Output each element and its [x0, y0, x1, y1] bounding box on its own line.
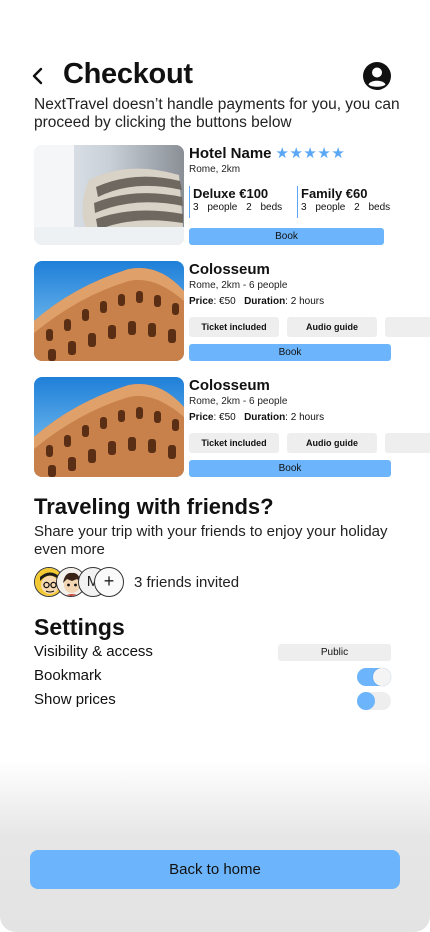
room-name: Deluxe €100	[193, 186, 269, 201]
activity-location: Rome, 2km - 6 people	[189, 396, 288, 407]
price-value: : €50	[213, 296, 236, 307]
room-details: 3 people 2 beds	[193, 202, 283, 213]
toggle-knob	[373, 668, 391, 686]
duration-value: : 2 hours	[285, 412, 325, 423]
hotel-location: Rome, 2km	[189, 164, 241, 175]
activity-location: Rome, 2km - 6 people	[189, 280, 288, 291]
activity-tags: Ticket included Audio guide	[189, 433, 430, 453]
friends-title: Traveling with friends?	[34, 494, 274, 519]
duration-label: Duration	[244, 296, 286, 307]
checkout-description: NextTravel doesn’t handle payments for y…	[34, 96, 400, 131]
activity-card: Colosseum Rome, 2km - 6 people Price: €5…	[34, 261, 430, 365]
add-friend-button[interactable]: +	[94, 567, 124, 597]
tag-ticket-included[interactable]: Ticket included	[189, 433, 279, 453]
activity-book-button[interactable]: Book	[189, 344, 391, 361]
activity-name: Colosseum	[189, 261, 270, 278]
hotel-book-button[interactable]: Book	[189, 228, 384, 245]
bookmark-toggle[interactable]	[357, 668, 391, 686]
tag-more[interactable]	[385, 433, 430, 453]
show-prices-toggle[interactable]	[357, 692, 391, 710]
hotel-info: Hotel Name ★★★★★ Rome, 2km Deluxe €100 3 …	[189, 145, 430, 218]
activity-info: Colosseum Rome, 2km - 6 people Price: €5…	[189, 377, 430, 453]
activity-name: Colosseum	[189, 377, 270, 394]
activity-meta: Price: €50 Duration: 2 hours	[189, 295, 430, 309]
price-label: Price	[189, 296, 214, 307]
setting-bookmark: Bookmark	[34, 667, 391, 687]
account-icon[interactable]	[362, 61, 392, 91]
bookmark-label: Bookmark	[34, 667, 102, 684]
price-value: : €50	[213, 412, 236, 423]
room-option-family[interactable]: Family €60 3 people 2 beds	[297, 186, 405, 218]
hotel-photo	[34, 145, 184, 245]
back-to-home-button[interactable]: Back to home	[30, 850, 400, 889]
tag-more[interactable]	[385, 317, 430, 337]
activity-book-button[interactable]: Book	[189, 460, 391, 477]
header: Checkout	[0, 56, 430, 96]
show-prices-label: Show prices	[34, 691, 116, 708]
room-details: 3 people 2 beds	[301, 202, 391, 213]
activity-meta: Price: €50 Duration: 2 hours	[189, 411, 430, 425]
activity-tags: Ticket included Audio guide	[189, 317, 430, 337]
colosseum-photo	[34, 377, 184, 477]
hotel-card: Hotel Name ★★★★★ Rome, 2km Deluxe €100 3 …	[34, 145, 430, 249]
setting-show-prices: Show prices	[34, 691, 391, 711]
friends-count: 3 friends invited	[134, 574, 240, 591]
duration-value: : 2 hours	[285, 296, 325, 307]
room-name: Family €60	[301, 186, 368, 201]
back-arrow-icon[interactable]	[28, 64, 48, 88]
tag-ticket-included[interactable]: Ticket included	[189, 317, 279, 337]
tag-audio-guide[interactable]: Audio guide	[287, 433, 377, 453]
activity-info: Colosseum Rome, 2km - 6 people Price: €5…	[189, 261, 430, 337]
visibility-select[interactable]: Public	[278, 644, 391, 661]
tag-audio-guide[interactable]: Audio guide	[287, 317, 377, 337]
visibility-label: Visibility & access	[34, 643, 153, 660]
duration-label: Duration	[244, 412, 286, 423]
room-option-deluxe[interactable]: Deluxe €100 3 people 2 beds	[189, 186, 297, 218]
friends-description: Share your trip with your friends to enj…	[34, 523, 388, 558]
hotel-name: Hotel Name	[189, 145, 272, 162]
price-label: Price	[189, 412, 214, 423]
settings-title: Settings	[34, 614, 125, 640]
room-options: Deluxe €100 3 people 2 beds Family €60 3…	[189, 186, 430, 218]
friends-row: M + 3 friends invited	[34, 567, 334, 599]
colosseum-photo	[34, 261, 184, 361]
page-title: Checkout	[63, 58, 193, 90]
setting-visibility: Visibility & access Public	[34, 643, 391, 663]
star-rating-icon: ★★★★★	[275, 145, 346, 162]
activity-card: Colosseum Rome, 2km - 6 people Price: €5…	[34, 377, 430, 481]
toggle-knob	[357, 692, 375, 710]
bottom-panel	[0, 760, 430, 932]
